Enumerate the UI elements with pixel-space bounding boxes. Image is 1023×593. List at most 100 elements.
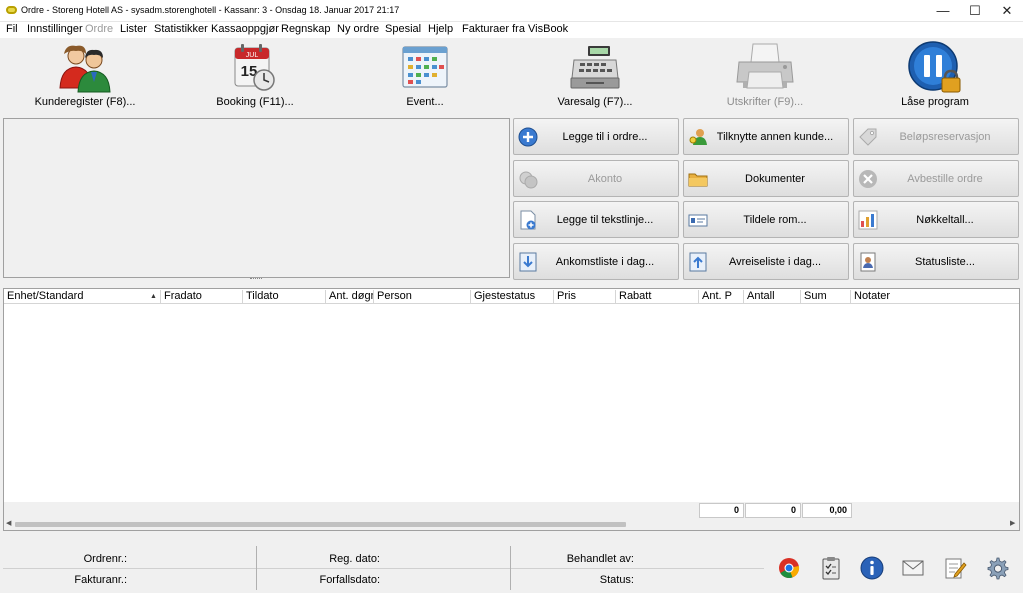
total-sum: 0,00 (802, 503, 852, 518)
splitter-grip[interactable] (250, 278, 262, 280)
customer-register-button[interactable]: Kunderegister (F8)... (30, 38, 140, 114)
event-button[interactable]: Event... (385, 38, 465, 114)
footer-separator (511, 568, 764, 569)
varesalg-label: Varesalg (F7)... (557, 96, 633, 108)
event-calendar-icon (402, 46, 448, 88)
tag-icon (859, 128, 877, 146)
column-enhet-standard[interactable]: Enhet/Standard (4, 290, 161, 303)
scrollbar-thumb[interactable] (15, 522, 626, 527)
order-info-panel (3, 118, 510, 278)
minimize-button[interactable]: — (927, 0, 959, 22)
column-tildato[interactable]: Tildato (243, 290, 326, 303)
lock-pause-icon (908, 41, 961, 93)
column-fradato[interactable]: Fradato (161, 290, 243, 303)
horizontal-scrollbar[interactable]: ◀ ▶ (4, 519, 1019, 530)
column-gjestestatus[interactable]: Gjestestatus (471, 290, 554, 303)
menu-statistikker[interactable]: Statistikker (154, 23, 208, 35)
notepad-icon[interactable] (943, 556, 967, 580)
app-icon (6, 6, 17, 14)
amount-reservation-button[interactable]: Beløpsreservasjon (853, 118, 1019, 155)
akonto-button[interactable]: Akonto (513, 160, 679, 197)
order-lines-grid: Enhet/Standard ▲ Fradato Tildato Ant. dø… (3, 288, 1020, 531)
departure-list-button[interactable]: Avreiseliste i dag... (683, 243, 849, 280)
booking-button[interactable]: JUL 15 Booking (F11)... (210, 38, 300, 114)
menu-bar: Fil Innstillinger Ordre Lister Statistik… (0, 22, 1023, 38)
menu-spesial[interactable]: Spesial (385, 23, 421, 35)
lock-program-button[interactable]: Låse program (895, 38, 975, 114)
link-customer-label: Tilknytte annen kunde... (716, 131, 834, 143)
arrival-list-icon (519, 252, 537, 272)
total-antall: 0 (745, 503, 801, 518)
column-sum[interactable]: Sum (801, 290, 851, 303)
add-text-line-icon (520, 210, 536, 230)
link-customer-icon (689, 129, 707, 145)
documents-button[interactable]: Dokumenter (683, 160, 849, 197)
lock-program-label: Låse program (901, 96, 969, 108)
main-toolbar: Kunderegister (F8)... JUL 15 Booking (F1… (0, 38, 1023, 114)
status-list-icon (860, 252, 876, 272)
menu-fakturaer-fra-visbook[interactable]: Fakturaer fra VisBook (462, 23, 568, 35)
reg-dato-label: Reg. dato: (329, 553, 380, 565)
maximize-button[interactable]: ☐ (959, 0, 991, 22)
menu-lister[interactable]: Lister (120, 23, 147, 35)
varesalg-button[interactable]: Varesalg (F7)... (550, 38, 640, 114)
utskrifter-button[interactable]: Utskrifter (F9)... (720, 38, 810, 114)
close-button[interactable]: ✕ (991, 0, 1023, 22)
cancel-icon (859, 170, 877, 188)
chrome-browser-icon[interactable] (777, 556, 801, 580)
menu-regnskap[interactable]: Regnskap (281, 23, 331, 35)
link-customer-button[interactable]: Tilknytte annen kunde... (683, 118, 849, 155)
cancel-order-label: Avbestille ordre (907, 173, 983, 185)
status-list-button[interactable]: Statusliste... (853, 243, 1019, 280)
add-to-order-button[interactable]: Legge til i ordre... (513, 118, 679, 155)
menu-ny-ordre[interactable]: Ny ordre (337, 23, 379, 35)
scroll-left-icon[interactable]: ◀ (6, 519, 11, 527)
calendar-clock-icon: JUL 15 (234, 44, 275, 91)
settings-gear-icon[interactable] (985, 556, 1009, 580)
column-pris[interactable]: Pris (554, 290, 616, 303)
printer-icon (736, 43, 794, 89)
documents-label: Dokumenter (745, 173, 805, 185)
grid-header: Enhet/Standard ▲ Fradato Tildato Ant. dø… (4, 289, 1019, 304)
menu-hjelp[interactable]: Hjelp (428, 23, 453, 35)
menu-innstillinger[interactable]: Innstillinger (27, 23, 83, 35)
status-label: Status: (599, 574, 634, 586)
ordrenr-label: Ordrenr.: (83, 553, 127, 565)
cash-register-icon (570, 46, 620, 89)
column-ant-dogn[interactable]: Ant. døgn (326, 290, 374, 303)
departure-list-icon (689, 252, 707, 272)
assign-room-button[interactable]: Tildele rom... (683, 201, 849, 238)
arrival-list-label: Ankomstliste i dag... (555, 256, 655, 268)
add-to-order-label: Legge til i ordre... (562, 131, 648, 143)
title-bar: Ordre - Storeng Hotell AS - sysadm.store… (0, 0, 1023, 22)
key-figures-button[interactable]: Nøkkeltall... (853, 201, 1019, 238)
total-ant-p: 0 (699, 503, 744, 518)
menu-ordre[interactable]: Ordre (85, 23, 113, 35)
clipboard-icon[interactable] (819, 556, 843, 580)
add-circle-icon (518, 127, 538, 147)
column-rabatt[interactable]: Rabatt (616, 290, 699, 303)
arrival-list-button[interactable]: Ankomstliste i dag... (513, 243, 679, 280)
svg-text:JUL: JUL (246, 52, 259, 59)
cancel-order-button[interactable]: Avbestille ordre (853, 160, 1019, 197)
info-icon[interactable] (860, 556, 884, 580)
customers-icon (59, 45, 111, 93)
utskrifter-label: Utskrifter (F9)... (726, 96, 804, 108)
menu-kassaoppgjor[interactable]: Kassaoppgjør (211, 23, 279, 35)
add-text-line-button[interactable]: Legge til tekstlinje... (513, 201, 679, 238)
event-label: Event... (406, 96, 444, 108)
key-figures-label: Nøkkeltall... (916, 214, 974, 226)
folder-icon (688, 173, 708, 187)
menu-fil[interactable]: Fil (6, 23, 18, 35)
mail-icon[interactable] (901, 556, 925, 580)
assign-room-icon (688, 214, 708, 227)
column-person[interactable]: Person (374, 290, 471, 303)
footer-separator (257, 568, 510, 569)
scroll-right-icon[interactable]: ▶ (1010, 519, 1015, 527)
window-title: Ordre - Storeng Hotell AS - sysadm.store… (21, 5, 400, 15)
column-notater[interactable]: Notater (851, 290, 1019, 303)
add-text-line-label: Legge til tekstlinje... (556, 214, 654, 226)
departure-list-label: Avreiseliste i dag... (728, 256, 822, 268)
column-ant-p[interactable]: Ant. P (699, 290, 744, 303)
column-antall[interactable]: Antall (744, 290, 801, 303)
